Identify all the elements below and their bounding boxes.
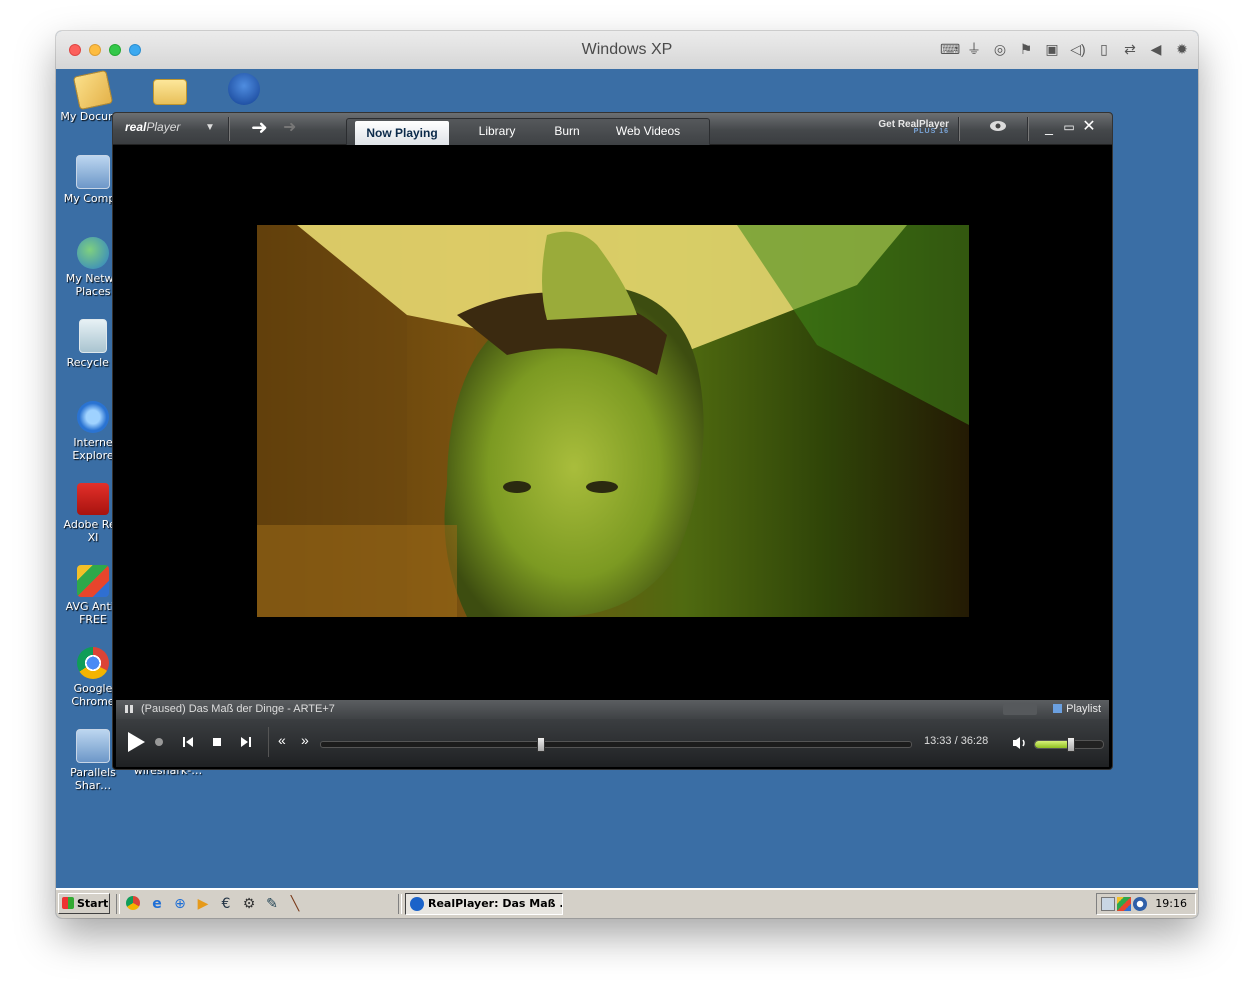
tray-realplayer-icon[interactable] — [1133, 897, 1147, 911]
chrome-icon — [77, 647, 109, 679]
windows-logo-icon — [62, 897, 74, 909]
wrench-icon[interactable]: ✎ — [264, 896, 280, 912]
folder-icon — [153, 79, 187, 105]
seek-bar[interactable] — [320, 737, 912, 752]
realplayer-icon — [410, 897, 424, 911]
volume-icon[interactable] — [1012, 736, 1028, 750]
start-label: Start — [77, 897, 109, 910]
vm-toolbar: ⌨ ⏚ ◎ ⚑ ▣ ◁) ▯ ⇄ ◀ ✹ — [940, 41, 1190, 57]
stop-icon[interactable] — [212, 737, 222, 747]
network-icon[interactable]: ⚑ — [1018, 41, 1034, 57]
parallels-shared-icon — [76, 729, 110, 763]
mac-window: Windows XP ⌨ ⏚ ◎ ⚑ ▣ ◁) ▯ ⇄ ◀ ✹ My Docum… — [56, 31, 1198, 918]
playlist-label: Playlist — [1066, 703, 1101, 715]
start-button[interactable]: Start — [58, 893, 110, 914]
network-places-icon — [77, 237, 109, 269]
toolbar-divider — [228, 117, 230, 141]
ie-alt-icon[interactable]: ⊕ — [172, 896, 188, 912]
gear-icon[interactable]: ✹ — [1174, 41, 1190, 57]
desktop-icon-realplayer[interactable] — [206, 73, 282, 108]
previous-icon[interactable] — [182, 736, 194, 748]
seek-handle[interactable] — [537, 737, 546, 752]
playlist-icon — [1053, 704, 1063, 713]
desktop-icon-folder[interactable] — [132, 73, 208, 108]
avg-antivirus-icon — [77, 565, 109, 597]
realplayer-window: realPlayer ▼ ➜ ➜ Now Playing Library Bur… — [112, 112, 1113, 770]
eye-icon[interactable] — [989, 120, 1007, 132]
tab-burn[interactable]: Burn — [537, 119, 597, 144]
maximize-icon[interactable]: ▭ — [1062, 118, 1076, 136]
status-bar: (Paused) Das Maß der Dinge - ARTE+7 Play… — [116, 700, 1109, 719]
tablet-icon[interactable]: ▯ — [1096, 41, 1112, 57]
settings-icon[interactable]: ⚙ — [241, 896, 257, 912]
volume-fill — [1035, 741, 1071, 748]
tray-network-icon[interactable] — [1101, 897, 1115, 911]
realplayer-toolbar: realPlayer ▼ ➜ ➜ Now Playing Library Bur… — [113, 113, 1112, 145]
sound-icon[interactable]: ◁) — [1070, 41, 1086, 57]
time-display: 13:33 / 36:28 — [924, 735, 989, 747]
close-icon[interactable]: ✕ — [1082, 118, 1096, 136]
mini-eye-button[interactable] — [1003, 704, 1037, 715]
next-icon[interactable] — [240, 736, 252, 748]
control-divider — [268, 727, 269, 757]
playlist-button[interactable]: Playlist — [1053, 700, 1101, 719]
euro-icon[interactable]: € — [218, 896, 234, 912]
logo-sub-text: Player — [146, 120, 181, 134]
rewind-icon[interactable]: « — [278, 732, 286, 748]
tab-library[interactable]: Library — [459, 119, 535, 144]
taskbar-item-realplayer[interactable]: RealPlayer: Das Maß ... — [405, 893, 563, 915]
system-tray: 19:16 — [1096, 893, 1196, 915]
save-icon[interactable]: ▣ — [1044, 41, 1060, 57]
folder-share-icon[interactable]: ⇄ — [1122, 41, 1138, 57]
realplayer-icon — [228, 73, 260, 105]
fast-forward-icon[interactable]: » — [301, 732, 309, 748]
logo-text: real — [125, 120, 147, 134]
taskbar: Start e ⊕ ▶ € ⚙ ✎ ╲ RealPlayer: Das Maß … — [56, 888, 1198, 918]
chrome-icon[interactable] — [126, 896, 140, 910]
volume-slider[interactable] — [1034, 737, 1104, 752]
get-realplayer-link[interactable]: Get RealPlayer PLUS 16 — [878, 119, 949, 135]
video-area[interactable] — [116, 145, 1109, 700]
media-player-icon[interactable]: ▶ — [195, 896, 211, 912]
taskbar-divider — [398, 894, 402, 914]
recycle-bin-icon — [79, 319, 107, 353]
my-documents-icon — [72, 69, 114, 111]
cd-icon[interactable]: ◎ — [992, 41, 1008, 57]
realplayer-logo[interactable]: realPlayer — [125, 120, 180, 134]
keyboard-icon[interactable]: ⌨ — [940, 41, 960, 57]
back-arrow-icon[interactable]: ➜ — [251, 117, 268, 139]
tab-bar: Now Playing Library Burn Web Videos — [346, 118, 710, 145]
mac-titlebar: Windows XP ⌨ ⏚ ◎ ⚑ ▣ ◁) ▯ ⇄ ◀ ✹ — [56, 31, 1198, 70]
record-icon[interactable] — [154, 737, 164, 747]
usb-icon[interactable]: ⏚ — [966, 41, 982, 57]
toolbar-divider — [958, 117, 960, 141]
chevron-down-icon[interactable]: ▼ — [205, 122, 215, 133]
status-title: (Paused) Das Maß der Dinge - ARTE+7 — [141, 703, 335, 715]
internet-explorer-icon — [77, 401, 109, 433]
back-triangle-icon[interactable]: ◀ — [1148, 41, 1164, 57]
tray-avg-icon[interactable] — [1117, 897, 1131, 911]
minimize-icon[interactable]: _ — [1042, 118, 1056, 136]
clock: 19:16 — [1155, 897, 1187, 910]
taskbar-item-label: RealPlayer: Das Maß ... — [428, 897, 563, 910]
play-icon[interactable] — [126, 731, 146, 753]
taskbar-divider — [116, 894, 120, 914]
volume-handle[interactable] — [1067, 737, 1076, 752]
video-frame — [257, 225, 969, 617]
ie-icon[interactable]: e — [149, 896, 165, 912]
control-bar: « » 13:33 / 36:28 — [116, 719, 1109, 767]
pen-icon[interactable]: ╲ — [287, 896, 303, 912]
forward-arrow-icon[interactable]: ➜ — [283, 117, 296, 139]
tab-web-videos[interactable]: Web Videos — [605, 119, 691, 144]
my-computer-icon — [76, 155, 110, 189]
tab-now-playing[interactable]: Now Playing — [355, 121, 449, 145]
adobe-reader-icon — [77, 483, 109, 515]
desktop: My Docume My Compu My Netwo Places Recyc… — [56, 69, 1198, 888]
pause-status-icon — [125, 705, 133, 713]
toolbar-divider — [1027, 117, 1029, 141]
